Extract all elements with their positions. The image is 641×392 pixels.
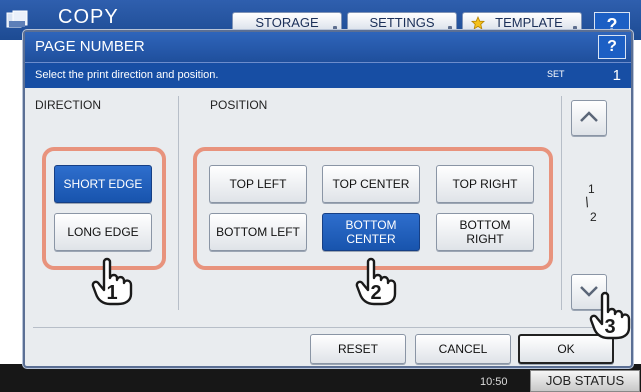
star-icon: [471, 16, 485, 30]
dialog-title-bar: PAGE NUMBER ?: [25, 32, 631, 62]
template-label: TEMPLATE: [495, 15, 563, 30]
top-center-button[interactable]: TOP CENTER: [322, 165, 420, 203]
divider: [33, 327, 625, 328]
pointing-hand-icon: 2: [355, 257, 397, 306]
copy-icon: [6, 10, 28, 28]
pointing-hand-icon: 1: [91, 257, 133, 306]
dialog-title: PAGE NUMBER: [35, 38, 145, 55]
short-edge-button[interactable]: SHORT EDGE: [54, 165, 152, 203]
divider: [561, 96, 562, 310]
settings-label: SETTINGS: [369, 15, 435, 30]
cancel-button[interactable]: CANCEL: [415, 334, 511, 364]
top-left-button[interactable]: TOP LEFT: [209, 165, 307, 203]
callout-number: 1: [106, 282, 117, 304]
long-edge-button[interactable]: LONG EDGE: [54, 213, 152, 251]
app-title: COPY: [58, 6, 119, 28]
dialog-help-button[interactable]: ?: [598, 35, 626, 59]
job-status-button[interactable]: JOB STATUS: [530, 370, 640, 392]
page-current: 1: [588, 182, 595, 196]
chevron-up-icon: [580, 111, 598, 122]
page-number-dialog: PAGE NUMBER ? Select the print direction…: [23, 30, 633, 368]
page-total: 2: [590, 210, 597, 224]
bottom-left-button[interactable]: BOTTOM LEFT: [209, 213, 307, 251]
direction-label: DIRECTION: [35, 98, 101, 112]
reset-button[interactable]: RESET: [310, 334, 406, 364]
divider: [178, 96, 179, 310]
clock: 10:50: [480, 376, 508, 388]
pointing-hand-icon: 3: [589, 291, 631, 340]
bottom-center-button[interactable]: BOTTOM CENTER: [322, 213, 420, 251]
set-label: SET: [547, 69, 565, 79]
set-value: 1: [612, 67, 621, 84]
storage-label: STORAGE: [255, 15, 319, 30]
top-right-button[interactable]: TOP RIGHT: [436, 165, 534, 203]
instruction-bar: Select the print direction and position.…: [25, 62, 631, 88]
bottom-right-button[interactable]: BOTTOM RIGHT: [436, 213, 534, 251]
page-up-button[interactable]: [571, 100, 607, 136]
page-separator: /: [582, 193, 592, 211]
instruction-text: Select the print direction and position.: [35, 69, 219, 81]
position-label: POSITION: [210, 98, 268, 112]
callout-number: 2: [370, 282, 381, 304]
callout-number: 3: [604, 316, 615, 338]
